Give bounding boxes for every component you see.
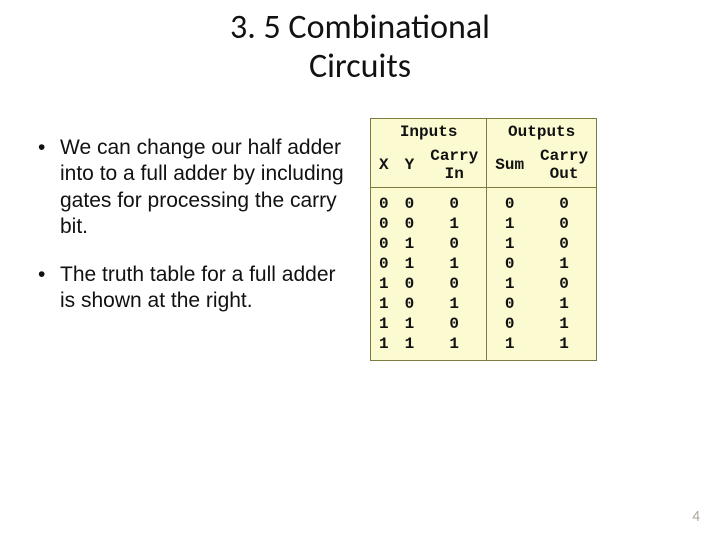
slide-title: 3. 5 Combinational Circuits (0, 0, 720, 86)
table-row: 01010 (371, 234, 597, 254)
table-row: 10010 (371, 274, 597, 294)
table-cell: 1 (397, 334, 423, 361)
table-cell: 0 (397, 214, 423, 234)
col-x: X (371, 144, 397, 188)
table-cell: 0 (532, 188, 597, 215)
table-cell: 1 (371, 334, 397, 361)
table-cell: 0 (487, 254, 532, 274)
bullet-2: The truth table for a full adder is show… (36, 262, 356, 315)
table-cell: 0 (487, 294, 532, 314)
group-header-inputs: Inputs (371, 119, 487, 145)
table-cell: 1 (371, 274, 397, 294)
table-cell: 0 (371, 234, 397, 254)
table-cell: 0 (371, 214, 397, 234)
table-cell: 1 (397, 234, 423, 254)
table-cell: 0 (487, 188, 532, 215)
table-cell: 0 (532, 214, 597, 234)
table-cell: 1 (532, 334, 597, 361)
bullet-1: We can change our half adder into to a f… (36, 135, 356, 240)
table-cell: 0 (487, 314, 532, 334)
table-cell: 0 (422, 188, 487, 215)
table-cell: 0 (397, 274, 423, 294)
table-cell: 1 (397, 254, 423, 274)
page-number: 4 (692, 508, 700, 526)
truth-table: Inputs Outputs X Y CarryIn Sum CarryOut … (370, 118, 597, 361)
table-cell: 1 (532, 254, 597, 274)
body-text: We can change our half adder into to a f… (36, 135, 356, 337)
table-cell: 1 (422, 254, 487, 274)
table-row: 11111 (371, 334, 597, 361)
table-cell: 1 (532, 294, 597, 314)
table-row: 10101 (371, 294, 597, 314)
col-carry-out: CarryOut (532, 144, 597, 188)
title-line-2: Circuits (309, 46, 411, 87)
table-cell: 1 (371, 294, 397, 314)
table-cell: 0 (422, 234, 487, 254)
table-cell: 0 (422, 314, 487, 334)
table-cell: 1 (422, 214, 487, 234)
table-row: 00110 (371, 214, 597, 234)
table-cell: 1 (397, 314, 423, 334)
table-cell: 1 (422, 294, 487, 314)
table-row: 11001 (371, 314, 597, 334)
table-cell: 1 (532, 314, 597, 334)
table-row: 01101 (371, 254, 597, 274)
table-cell: 0 (397, 294, 423, 314)
table-cell: 1 (422, 334, 487, 361)
table-cell: 0 (532, 274, 597, 294)
table-cell: 0 (371, 188, 397, 215)
table-cell: 1 (371, 314, 397, 334)
table-cell: 0 (422, 274, 487, 294)
col-y: Y (397, 144, 423, 188)
title-line-1: 3. 5 Combinational (230, 7, 490, 48)
table-cell: 1 (487, 274, 532, 294)
table-cell: 0 (397, 188, 423, 215)
table-row: 00000 (371, 188, 597, 215)
col-carry-in: CarryIn (422, 144, 487, 188)
table-cell: 1 (487, 214, 532, 234)
table-cell: 0 (371, 254, 397, 274)
col-sum: Sum (487, 144, 532, 188)
group-header-outputs: Outputs (487, 119, 597, 145)
table-cell: 1 (487, 234, 532, 254)
slide: 3. 5 Combinational Circuits We can chang… (0, 0, 720, 540)
table-cell: 0 (532, 234, 597, 254)
table-cell: 1 (487, 334, 532, 361)
